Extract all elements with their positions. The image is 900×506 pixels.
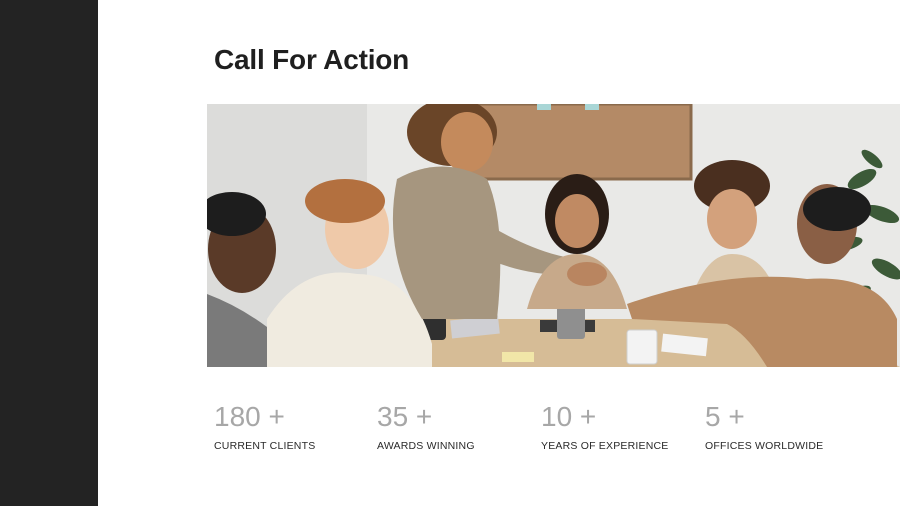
stat-value: 35 + — [377, 401, 433, 432]
stat-current-clients: 180 + CURRENT CLIENTS — [214, 400, 315, 452]
team-meeting-photo — [207, 104, 900, 367]
dark-sidebar-panel — [0, 0, 98, 506]
stat-value: 5 + — [705, 401, 745, 432]
stat-value: 10 + — [541, 401, 597, 432]
stat-label: YEARS OF EXPERIENCE — [541, 440, 669, 452]
stat-years-of-experience: 10 + YEARS OF EXPERIENCE — [541, 400, 669, 452]
stat-offices-worldwide: 5 + OFFICES WORLDWIDE — [705, 400, 823, 452]
stat-label: AWARDS WINNING — [377, 440, 475, 452]
stat-awards-winning: 35 + AWARDS WINNING — [377, 400, 475, 452]
stat-label: CURRENT CLIENTS — [214, 440, 316, 452]
stat-value: 180 + — [214, 401, 285, 432]
slide-title: Call For Action — [214, 44, 410, 75]
stat-label: OFFICES WORLDWIDE — [705, 440, 824, 452]
